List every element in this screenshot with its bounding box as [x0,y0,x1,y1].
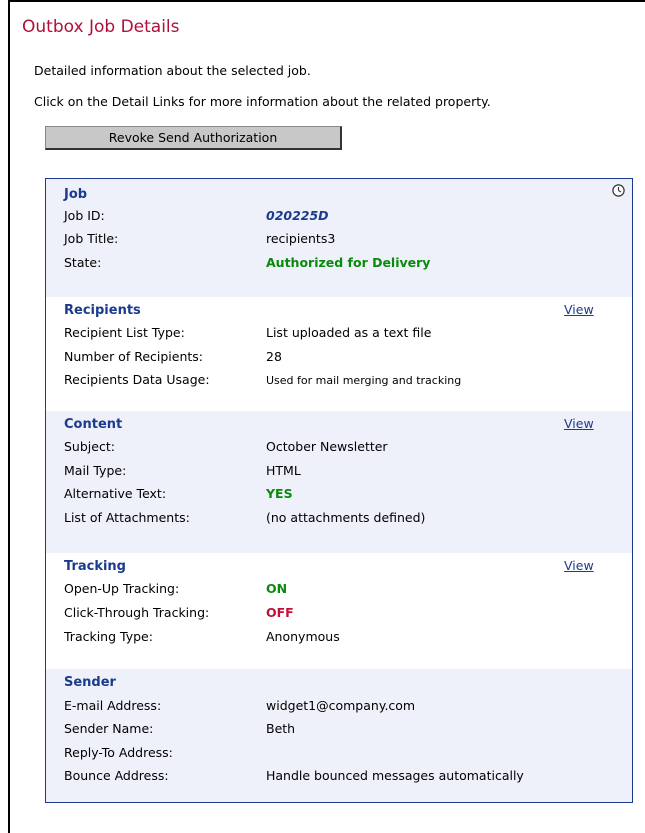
clock-icon[interactable] [612,184,625,197]
job-state-label: State: [64,255,102,270]
subject-row: Subject: October Newsletter [64,439,624,459]
job-details-panel: Job Job ID: 020225D Job Title: recipient… [45,178,633,803]
job-id-value: 020225D [266,208,329,223]
open-up-tracking-row: Open-Up Tracking: ON [64,581,624,601]
subject-label: Subject: [64,439,115,454]
recipients-section: Recipients View Recipient List Type: Lis… [46,297,632,411]
sender-name-value: Beth [266,721,296,736]
tracking-view-link[interactable]: View [564,558,594,573]
email-address-row: E-mail Address: widget1@company.com [64,698,624,718]
revoke-send-authorization-button[interactable]: Revoke Send Authorization [45,126,342,150]
job-title-row: Job Title: recipients3 [64,231,624,251]
subject-value: October Newsletter [266,439,388,454]
tracking-type-row: Tracking Type: Anonymous [64,629,624,649]
content-heading: Content [64,417,123,432]
recipients-data-usage-row: Recipients Data Usage: Used for mail mer… [64,372,624,392]
recipients-data-usage-value: Used for mail merging and tracking [266,374,462,387]
job-section: Job Job ID: 020225D Job Title: recipient… [46,179,632,297]
recipient-list-type-value: List uploaded as a text file [266,325,432,340]
email-address-value: widget1@company.com [266,698,416,713]
bounce-address-label: Bounce Address: [64,768,169,783]
job-state-value: Authorized for Delivery [266,255,431,270]
reply-to-row: Reply-To Address: [64,745,624,765]
tracking-heading: Tracking [64,559,126,574]
recipients-view-link[interactable]: View [564,302,594,317]
content-section: Content View Subject: October Newsletter… [46,411,632,553]
tracking-section: Tracking View Open-Up Tracking: ON Click… [46,553,632,669]
alternative-text-row: Alternative Text: YES [64,486,624,506]
intro-detail-links-text: Click on the Detail Links for more infor… [34,94,491,109]
open-up-tracking-label: Open-Up Tracking: [64,581,180,596]
alternative-text-label: Alternative Text: [64,486,167,501]
tracking-type-value: Anonymous [266,629,340,644]
alternative-text-value: YES [266,486,293,501]
tracking-type-label: Tracking Type: [64,629,153,644]
click-through-tracking-label: Click-Through Tracking: [64,605,210,620]
recipient-list-type-label: Recipient List Type: [64,325,185,340]
bounce-address-row: Bounce Address: Handle bounced messages … [64,768,624,788]
email-address-label: E-mail Address: [64,698,162,713]
recipients-data-usage-label: Recipients Data Usage: [64,372,210,387]
sender-heading: Sender [64,675,116,690]
attachments-label: List of Attachments: [64,510,190,525]
click-through-tracking-row: Click-Through Tracking: OFF [64,605,624,625]
reply-to-label: Reply-To Address: [64,745,173,760]
job-id-row: Job ID: 020225D [64,208,624,228]
mail-type-label: Mail Type: [64,463,127,478]
number-of-recipients-row: Number of Recipients: 28 [64,349,624,369]
mail-type-value: HTML [266,463,301,478]
number-of-recipients-label: Number of Recipients: [64,349,204,364]
mail-type-row: Mail Type: HTML [64,463,624,483]
sender-name-label: Sender Name: [64,721,154,736]
job-title-value: recipients3 [266,231,336,246]
job-heading: Job [64,187,88,202]
recipient-list-type-row: Recipient List Type: List uploaded as a … [64,325,624,345]
intro-text: Detailed information about the selected … [34,63,311,78]
recipients-heading: Recipients [64,303,141,318]
attachments-value: (no attachments defined) [266,510,426,525]
job-state-row: State: Authorized for Delivery [64,255,624,275]
bounce-address-value: Handle bounced messages automatically [266,768,524,783]
content-view-link[interactable]: View [564,416,594,431]
sender-name-row: Sender Name: Beth [64,721,624,741]
attachments-row: List of Attachments: (no attachments def… [64,510,624,530]
job-id-label: Job ID: [64,208,105,223]
page-title: Outbox Job Details [22,17,180,37]
click-through-tracking-value: OFF [266,605,294,620]
open-up-tracking-value: ON [266,581,288,596]
number-of-recipients-value: 28 [266,349,282,364]
job-title-label: Job Title: [64,231,119,246]
sender-section: Sender E-mail Address: widget1@company.c… [46,669,632,802]
